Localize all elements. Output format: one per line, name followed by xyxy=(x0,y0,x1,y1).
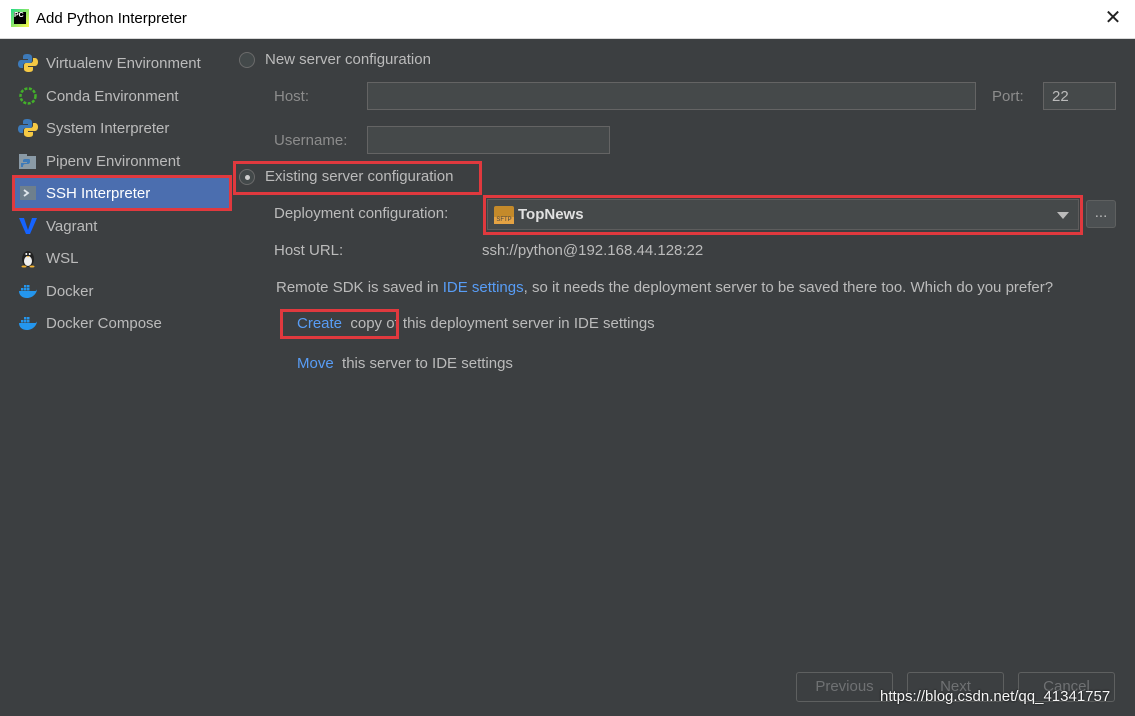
deployment-configuration-combo[interactable]: TopNews xyxy=(487,199,1079,230)
create-link[interactable]: Create xyxy=(297,315,342,332)
create-option-text: copy of this deployment server in IDE se… xyxy=(350,315,655,332)
ide-settings-link[interactable]: IDE settings xyxy=(443,279,524,296)
move-option-text: this server to IDE settings xyxy=(342,355,513,372)
sidebar-item-conda[interactable]: Conda Environment xyxy=(14,80,230,112)
host-url-value: ssh://python@192.168.44.128:22 xyxy=(482,242,704,259)
sidebar-item-label: System Interpreter xyxy=(46,119,170,137)
vagrant-icon xyxy=(19,218,37,234)
linux-penguin-icon xyxy=(21,251,35,268)
sidebar-item-virtualenv[interactable]: Virtualenv Environment xyxy=(14,47,230,79)
python-icon xyxy=(18,119,38,137)
sidebar-item-label: Docker Compose xyxy=(46,314,162,332)
sidebar-item-label: SSH Interpreter xyxy=(46,184,151,202)
sidebar-item-label: Pipenv Environment xyxy=(46,152,181,170)
chevron-down-icon xyxy=(1057,212,1069,219)
sidebar-item-label: Virtualenv Environment xyxy=(46,54,201,72)
new-server-label: New server configuration xyxy=(265,51,431,68)
watermark-text: https://blog.csdn.net/qq_41341757 xyxy=(880,688,1111,705)
pycharm-app-icon: PC xyxy=(11,9,29,27)
docker-compose-icon xyxy=(19,317,37,330)
username-input[interactable] xyxy=(367,126,610,154)
host-url-label: Host URL: xyxy=(274,242,344,259)
app-icon-text: PC xyxy=(14,12,26,24)
sidebar-item-docker-compose[interactable]: Docker Compose xyxy=(14,307,230,339)
existing-server-radio[interactable] xyxy=(239,169,255,185)
remote-sdk-notice: Remote SDK is saved in IDE settings, so … xyxy=(276,279,1053,296)
sidebar-item-docker[interactable]: Docker xyxy=(14,275,230,307)
window-title: Add Python Interpreter xyxy=(36,10,187,27)
sidebar-item-ssh-interpreter[interactable]: SSH Interpreter xyxy=(12,175,232,211)
close-icon[interactable]: ✕ xyxy=(1101,5,1125,31)
new-server-radio[interactable] xyxy=(239,52,255,68)
create-copy-option: Create copy of this deployment server in… xyxy=(297,315,655,332)
notice-prefix: Remote SDK is saved in xyxy=(276,279,443,296)
move-server-option: Move this server to IDE settings xyxy=(297,355,513,372)
virtualenv-icon xyxy=(18,54,38,72)
sidebar-item-wsl[interactable]: WSL xyxy=(14,242,230,274)
sidebar-item-label: Vagrant xyxy=(46,217,98,235)
sidebar-item-vagrant[interactable]: Vagrant xyxy=(14,210,230,242)
host-label: Host: xyxy=(274,88,310,105)
pipenv-icon xyxy=(19,154,36,169)
sidebar-item-label: Conda Environment xyxy=(46,87,179,105)
host-input[interactable] xyxy=(367,82,976,110)
docker-icon xyxy=(19,285,37,298)
sidebar-item-label: Docker xyxy=(46,282,94,300)
browse-deployments-button[interactable]: ... xyxy=(1086,200,1116,228)
existing-server-label: Existing server configuration xyxy=(265,168,454,185)
sidebar-item-system-interpreter[interactable]: System Interpreter xyxy=(14,112,230,144)
deployment-configuration-label: Deployment configuration: xyxy=(274,205,449,222)
port-input[interactable] xyxy=(1043,82,1116,110)
move-link[interactable]: Move xyxy=(297,355,334,372)
ssh-icon xyxy=(20,186,36,200)
previous-button[interactable]: Previous xyxy=(796,672,893,702)
username-label: Username: xyxy=(274,132,348,149)
sftp-icon xyxy=(494,206,514,224)
conda-icon xyxy=(19,87,37,105)
sidebar-item-label: WSL xyxy=(46,249,79,267)
sidebar-item-pipenv[interactable]: Pipenv Environment xyxy=(14,145,230,177)
interpreter-type-list: Virtualenv Environment Conda Environment… xyxy=(0,39,232,716)
notice-suffix: , so it needs the deployment server to b… xyxy=(523,279,1054,296)
title-bar: PC Add Python Interpreter ✕ xyxy=(0,0,1135,39)
port-label: Port: xyxy=(992,88,1024,105)
deployment-configuration-value: TopNews xyxy=(518,206,584,223)
